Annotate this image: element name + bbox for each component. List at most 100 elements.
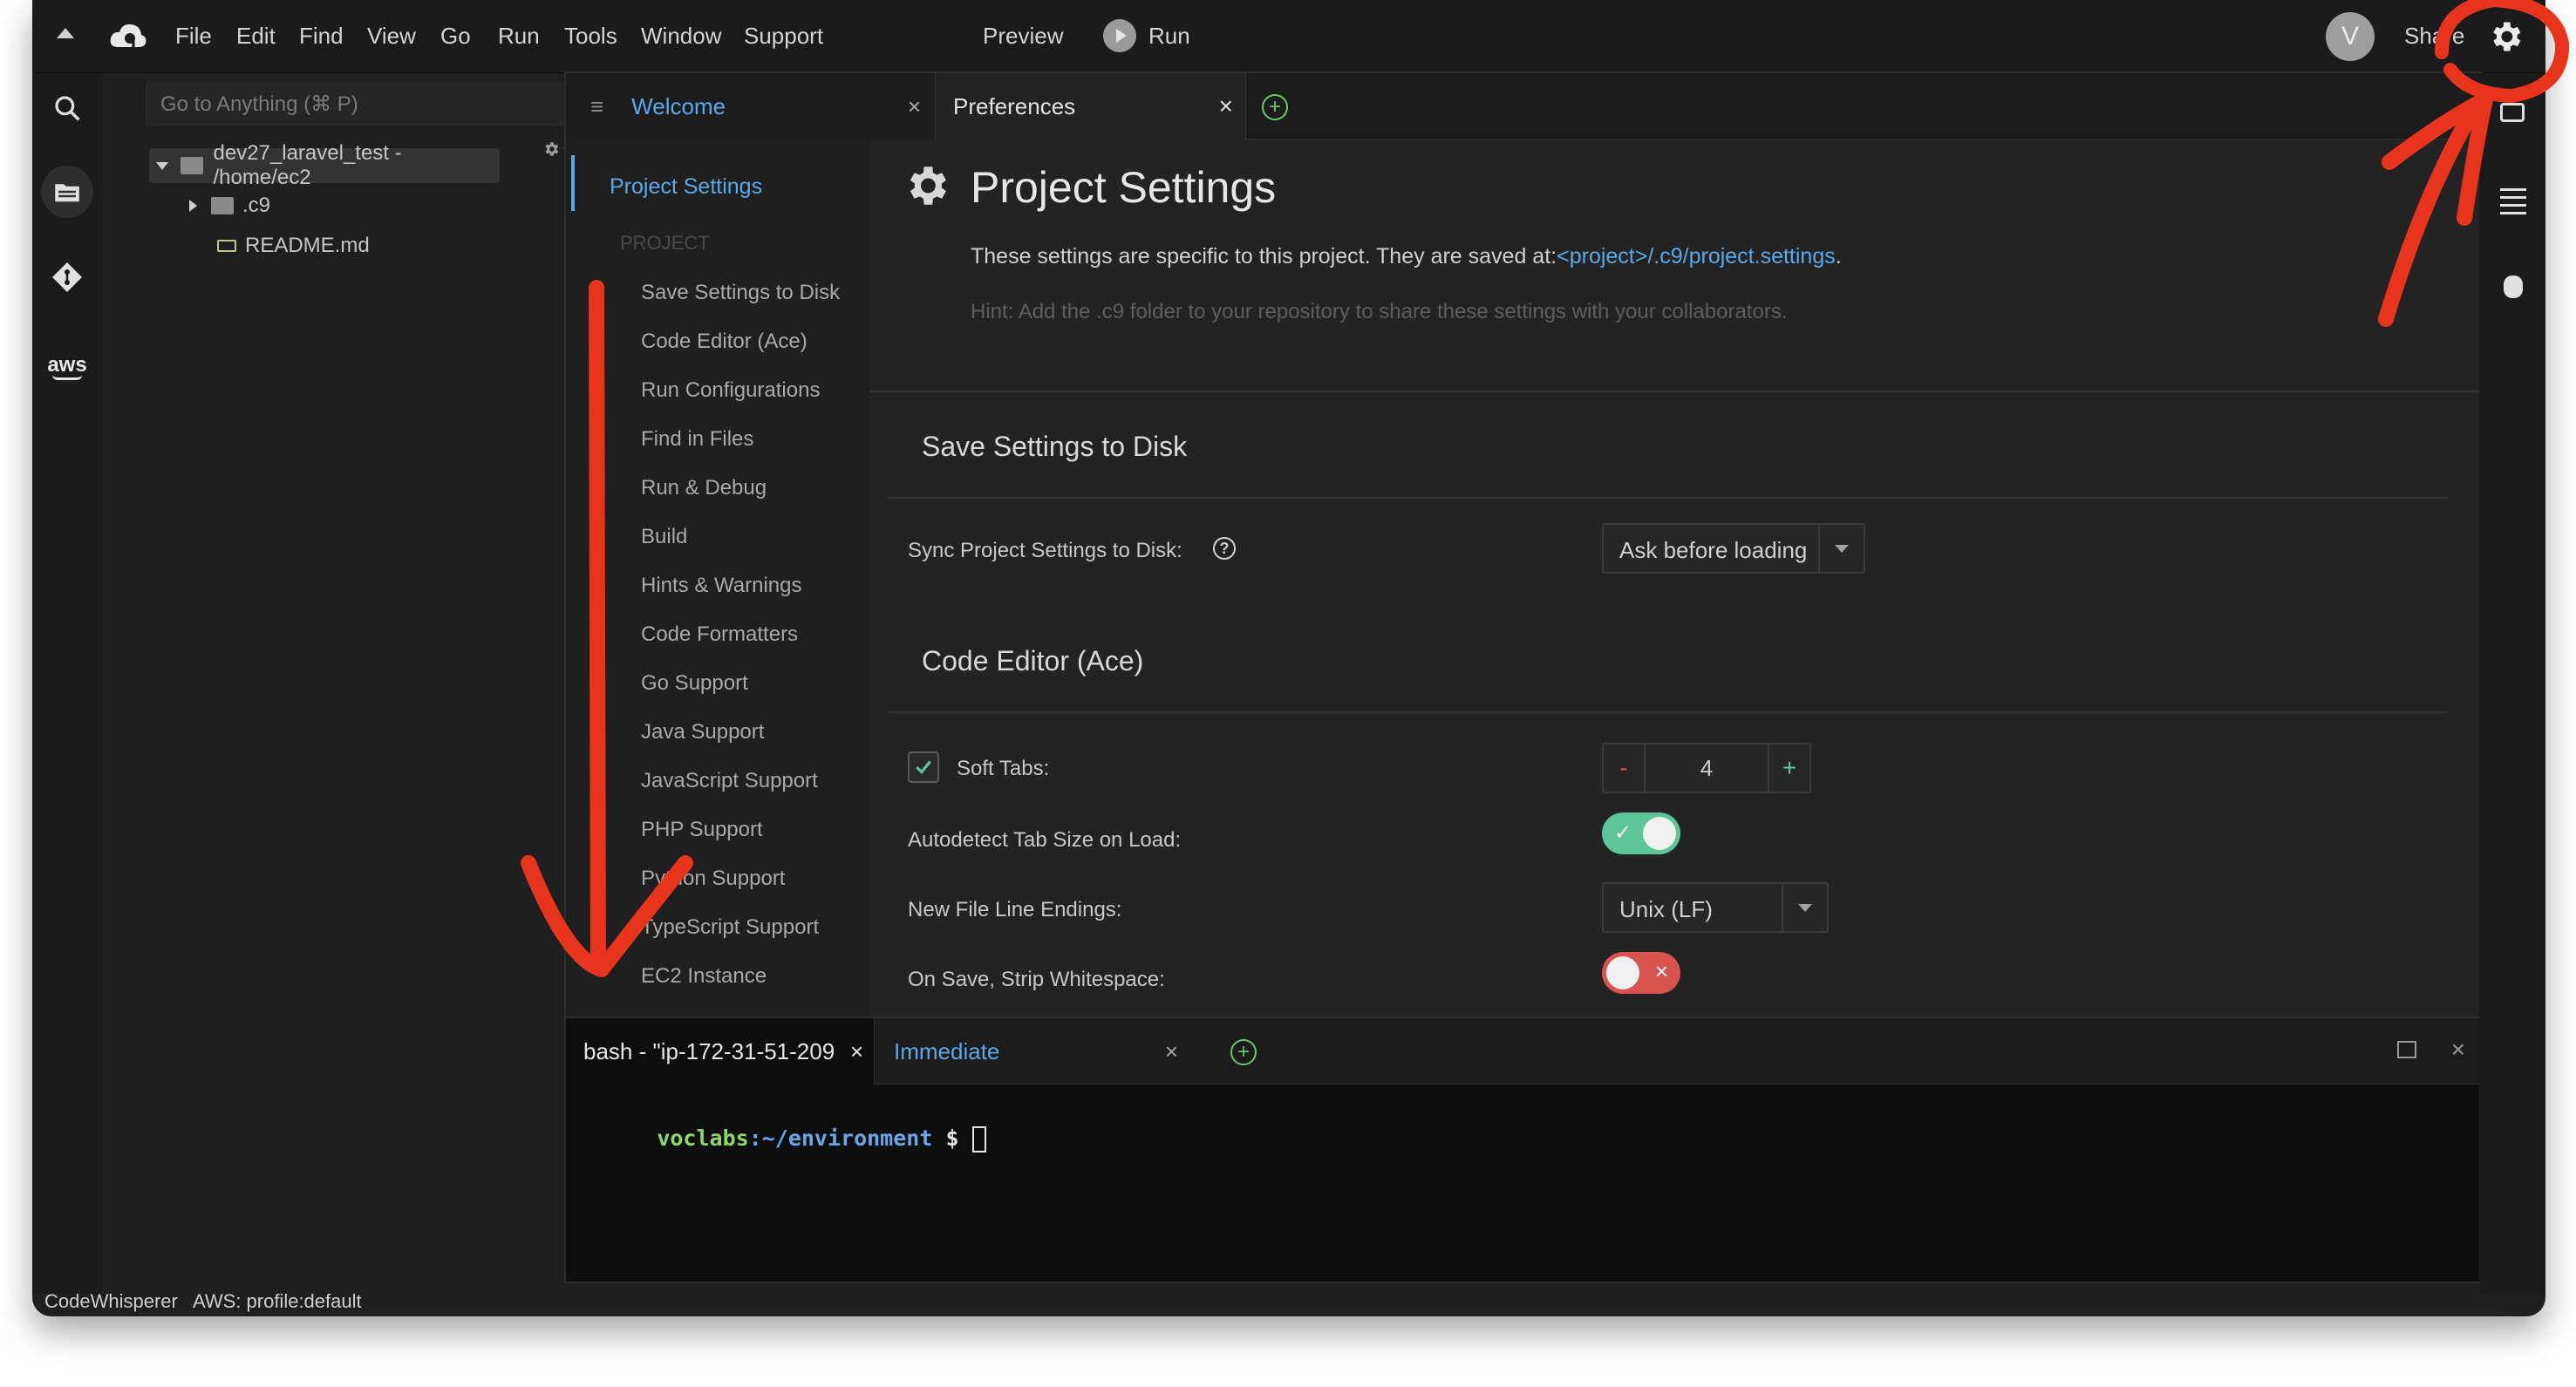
nav-item[interactable]: Run Configurations — [641, 378, 820, 403]
tab-immediate[interactable]: Immediate × — [875, 1018, 1189, 1084]
description-suffix: . — [1835, 244, 1842, 269]
aws-profile-status[interactable]: AWS: profile:default — [193, 1290, 362, 1313]
menu-go[interactable]: Go — [440, 23, 471, 50]
nav-item[interactable]: Hints & Warnings — [641, 574, 802, 598]
nav-item[interactable]: PHP Support — [641, 818, 763, 842]
section-divider — [887, 711, 2448, 713]
editor-tab-bar: ≡ Welcome × Preferences × + — [566, 73, 2481, 139]
tab-preferences[interactable]: Preferences × — [936, 73, 1246, 139]
tab-preferences-label: Preferences — [953, 92, 1076, 119]
soft-tabs-stepper[interactable]: - 4 + — [1602, 743, 1811, 793]
nav-item[interactable]: TypeScript Support — [641, 915, 819, 940]
stepper-increment-button[interactable]: + — [1768, 744, 1809, 792]
chevron-right-icon — [189, 200, 197, 212]
nav-item[interactable]: Code Formatters — [641, 622, 798, 647]
nav-item[interactable]: Build — [641, 525, 687, 549]
section-heading: Save Settings to Disk — [922, 431, 1188, 462]
aws-icon[interactable]: aws — [46, 347, 88, 389]
line-endings-dropdown[interactable]: Unix (LF) — [1602, 882, 1829, 933]
preferences-main: Project Settings These settings are spec… — [869, 139, 2483, 1016]
nav-item[interactable]: Find in Files — [641, 427, 753, 452]
toggle-knob — [1606, 956, 1639, 989]
run-label: Run — [1148, 22, 1190, 49]
run-button[interactable]: Run — [1103, 19, 1190, 52]
tab-welcome[interactable]: ≡ Welcome × — [566, 73, 936, 139]
section-heading: Code Editor (Ace) — [922, 645, 1144, 677]
soft-tabs-checkbox[interactable] — [908, 751, 939, 783]
sync-dropdown[interactable]: Ask before loading — [1602, 523, 1865, 574]
right-icon-bar — [2479, 73, 2545, 1294]
chevron-down-icon — [1782, 884, 1827, 931]
nav-project-settings[interactable]: Project Settings — [610, 174, 762, 200]
description-text: These settings are specific to this proj… — [971, 244, 1557, 269]
cloud9-logo-icon — [109, 21, 147, 57]
tab-immediate-label: Immediate — [894, 1037, 1000, 1064]
close-icon[interactable]: × — [2451, 1036, 2465, 1064]
menu-view[interactable]: View — [367, 23, 416, 50]
outline-list-icon[interactable] — [2500, 188, 2526, 214]
nav-item[interactable]: Java Support — [641, 720, 764, 744]
preferences-nav: Project Settings PROJECT Save Settings t… — [566, 139, 869, 1016]
page-title: Project Settings — [971, 163, 1277, 212]
autodetect-toggle[interactable]: ✓ — [1602, 812, 1680, 854]
left-icon-bar: aws — [32, 73, 102, 1294]
toggle-knob — [1643, 817, 1676, 850]
section-divider — [887, 497, 2448, 499]
close-icon[interactable]: × — [908, 93, 921, 120]
prompt-user: voclabs — [657, 1125, 749, 1151]
menu-support[interactable]: Support — [744, 23, 823, 50]
nav-item[interactable]: Go Support — [641, 671, 748, 696]
git-icon[interactable] — [46, 256, 88, 298]
menu-window[interactable]: Window — [641, 23, 721, 50]
strip-whitespace-toggle[interactable]: × — [1602, 952, 1680, 994]
go-to-anything-input[interactable]: Go to Anything (⌘ P) — [146, 82, 573, 126]
status-bar: CodeWhisperer AWS: profile:default — [32, 1288, 2545, 1316]
menu-run[interactable]: Run — [498, 23, 540, 50]
nav-item[interactable]: Python Support — [641, 867, 785, 891]
restore-window-icon[interactable] — [2397, 1041, 2416, 1058]
terminal-prompt[interactable]: voclabs:~/environment $ — [578, 1100, 986, 1178]
nav-item[interactable]: JavaScript Support — [641, 769, 818, 793]
tab-bash[interactable]: bash - "ip-172-31-51-209. × — [566, 1018, 875, 1084]
tree-root[interactable]: dev27_laravel_test - /home/ec2 — [149, 141, 500, 189]
header-divider — [869, 391, 2483, 392]
play-icon — [1103, 19, 1136, 52]
codewhisperer-status[interactable]: CodeWhisperer — [44, 1290, 178, 1313]
avatar[interactable]: V — [2326, 12, 2375, 61]
sync-label: Sync Project Settings to Disk: — [908, 539, 1182, 562]
debugger-bug-icon[interactable] — [2504, 275, 2523, 298]
stepper-decrement-button[interactable]: - — [1604, 744, 1646, 792]
nav-group-project: PROJECT — [620, 232, 710, 254]
folder-icon[interactable] — [41, 166, 93, 218]
nav-active-indicator — [571, 155, 575, 211]
prompt-path: :~/environment — [748, 1125, 933, 1151]
soft-tabs-value[interactable]: 4 — [1646, 744, 1768, 792]
help-icon[interactable]: ? — [1213, 537, 1236, 560]
preview-button[interactable]: Preview — [983, 23, 1063, 50]
settings-path-link[interactable]: <project>/.c9/project.settings — [1557, 244, 1836, 269]
nav-item[interactable]: Code Editor (Ace) — [641, 330, 808, 354]
close-icon[interactable]: × — [850, 1038, 863, 1065]
nav-item[interactable]: EC2 Instance — [641, 964, 767, 989]
add-terminal-icon[interactable]: + — [1230, 1039, 1257, 1065]
menu-edit[interactable]: Edit — [236, 23, 276, 50]
collapse-up-icon[interactable] — [57, 28, 74, 38]
check-icon: ✓ — [1614, 821, 1632, 845]
tree-folder-c9[interactable]: .c9 — [189, 188, 270, 223]
add-tab-icon[interactable]: + — [1262, 94, 1288, 120]
menu-icon[interactable]: ≡ — [590, 93, 603, 120]
share-button[interactable]: Share — [2404, 23, 2464, 50]
nav-item[interactable]: Save Settings to Disk — [641, 281, 840, 305]
nav-item[interactable]: Run & Debug — [641, 476, 767, 500]
line-endings-label: New File Line Endings: — [908, 898, 1122, 921]
tree-file-readme[interactable]: README.md — [217, 228, 370, 263]
menu-find[interactable]: Find — [299, 23, 344, 50]
gear-icon[interactable] — [2486, 17, 2525, 60]
menu-tools[interactable]: Tools — [564, 23, 617, 50]
chat-icon[interactable] — [2500, 103, 2525, 122]
menu-file[interactable]: File — [175, 23, 212, 50]
folder-icon — [181, 157, 203, 174]
search-icon[interactable] — [46, 87, 88, 129]
close-icon[interactable]: × — [1165, 1038, 1178, 1065]
close-icon[interactable]: × — [1219, 92, 1233, 120]
